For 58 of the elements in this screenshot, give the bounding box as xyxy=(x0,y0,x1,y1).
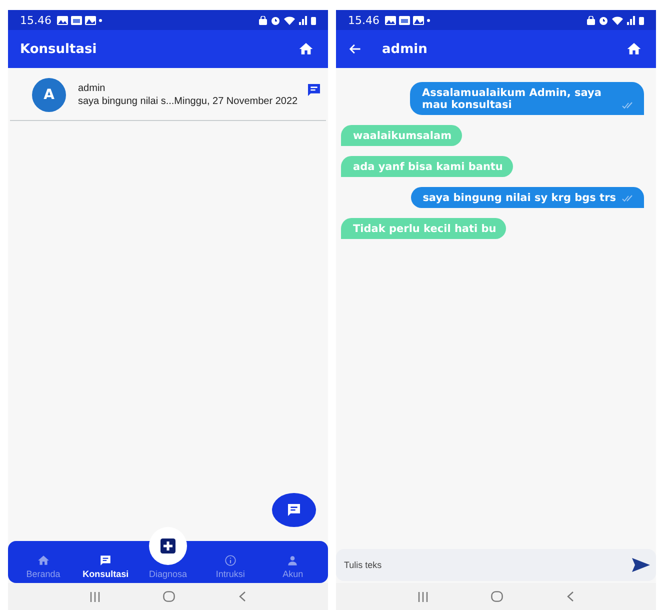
double-check-icon xyxy=(622,195,634,202)
calendar-notification-icon xyxy=(398,16,410,24)
double-check-icon xyxy=(622,102,634,109)
home-button-icon[interactable] xyxy=(491,591,504,602)
received-message: waalaikumsalam xyxy=(341,125,462,146)
gallery-notification-icon xyxy=(412,16,424,24)
home-button-icon[interactable] xyxy=(163,591,176,602)
nav-tab[interactable]: Beranda xyxy=(12,554,74,579)
dot-icon xyxy=(426,18,430,22)
message-icon xyxy=(306,82,322,98)
image-notification-icon xyxy=(56,16,68,24)
recent-apps-icon[interactable] xyxy=(90,592,100,602)
message-preview: saya bingung nilai s...Minggu, 27 November 2022 xyxy=(78,96,299,107)
nav-tab[interactable]: Diagnosa xyxy=(136,569,200,579)
chat-title: admin xyxy=(382,42,428,56)
dot-icon xyxy=(98,18,102,22)
sent-message: saya bingung nilai sy krg bgs trs xyxy=(410,187,644,208)
home-icon[interactable] xyxy=(626,41,642,57)
status-time: 15.46 xyxy=(20,14,52,26)
chat-icon xyxy=(99,554,112,567)
signal-icon xyxy=(627,16,635,24)
image-notification-icon xyxy=(384,16,396,24)
avatar: A xyxy=(32,78,66,112)
conversation-item[interactable]: A admin saya bingung nilai s...Minggu, 27 November 2022 xyxy=(10,68,326,121)
wifi-icon xyxy=(612,16,623,24)
signal-icon xyxy=(299,16,307,24)
person-icon xyxy=(286,554,300,567)
nav-tab[interactable]: Intruksi xyxy=(199,554,262,579)
lock-icon xyxy=(259,16,267,24)
battery-icon xyxy=(639,16,644,24)
back-arrow-icon[interactable] xyxy=(348,42,362,56)
plus-icon xyxy=(159,537,178,555)
chat-icon xyxy=(286,502,302,518)
received-message: ada yanf bisa kami bantu xyxy=(341,156,513,177)
calendar-notification-icon xyxy=(70,16,82,24)
contact-name: admin xyxy=(78,83,106,94)
send-icon[interactable] xyxy=(632,558,650,572)
battery-icon xyxy=(311,16,316,24)
screen-title: Konsultasi xyxy=(20,42,98,56)
alarm-icon xyxy=(599,16,608,24)
nav-tab[interactable]: Konsultasi xyxy=(74,554,137,579)
recent-apps-icon[interactable] xyxy=(418,592,428,602)
back-icon[interactable] xyxy=(567,591,574,602)
alarm-icon xyxy=(271,16,280,24)
back-icon[interactable] xyxy=(239,591,246,602)
status-time: 15.46 xyxy=(348,14,380,26)
nav-tab[interactable]: Akun xyxy=(262,554,324,579)
home-icon xyxy=(36,554,50,567)
center-action-button[interactable] xyxy=(149,527,188,565)
new-chat-button[interactable] xyxy=(272,493,316,527)
received-message: Tidak perlu kecil hati bu xyxy=(341,218,506,239)
lock-icon xyxy=(587,16,595,24)
info-icon xyxy=(224,554,237,567)
sent-message: Assalamualaikum Admin, saya mau konsultasi xyxy=(410,82,644,115)
message-input-field[interactable]: Tulis teks xyxy=(336,549,656,581)
home-icon[interactable] xyxy=(298,41,314,57)
gallery-notification-icon xyxy=(84,16,96,24)
wifi-icon xyxy=(284,16,295,24)
